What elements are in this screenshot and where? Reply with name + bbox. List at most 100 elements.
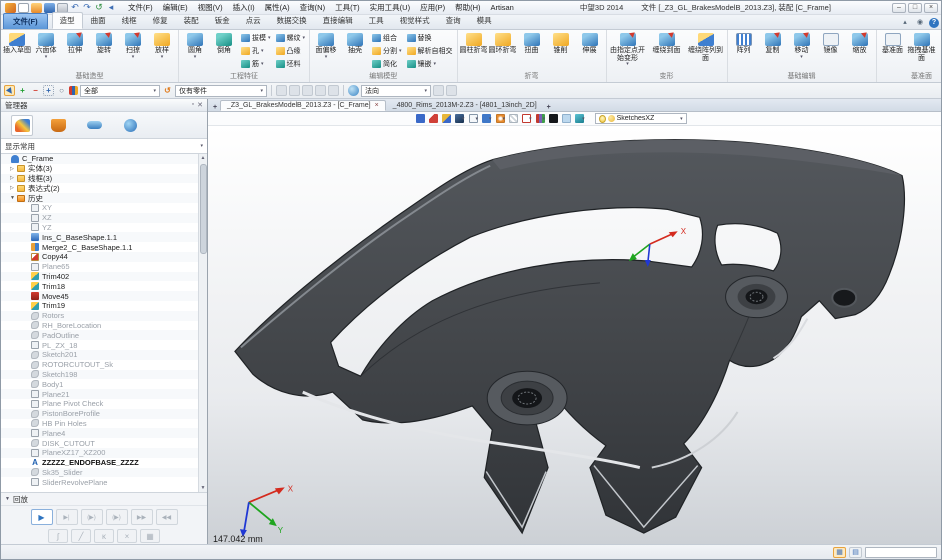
tree-item[interactable]: Plane65	[1, 262, 198, 272]
anchor-icon[interactable]	[289, 85, 300, 96]
tree-item[interactable]: PL_ZX_18	[1, 340, 198, 350]
ribbon-tab[interactable]: 查询	[438, 12, 469, 29]
stack-bottom-icon[interactable]	[328, 85, 339, 96]
restore-button[interactable]: □	[908, 3, 922, 13]
viewport-tool-button[interactable]: ▾	[562, 114, 571, 123]
tree-item[interactable]: Trim402	[1, 272, 198, 282]
ribbon-button[interactable]: 镜像▾	[817, 31, 845, 71]
ribbon-button[interactable]: 拉伸▾	[61, 31, 89, 71]
replay-play-button[interactable]: ▶	[31, 509, 53, 525]
scroll-down-icon[interactable]: ▼	[201, 484, 206, 492]
ribbon-small-button[interactable]: 解析自相交▾	[405, 45, 455, 57]
replay-edit-button[interactable]: ╱	[71, 529, 91, 543]
viewport-tool-button[interactable]: ▾	[482, 114, 492, 123]
pick-add-icon[interactable]: +	[17, 85, 28, 96]
output-panel-toggle[interactable]: ▤	[849, 547, 862, 558]
ribbon-small-button[interactable]: 筋▾	[239, 58, 273, 70]
ribbon-button[interactable]: 圆环折弯▾	[489, 31, 517, 71]
document-tab[interactable]: _Z3_GL_BrakesModelB_2013.Z3 - [C_Frame] …	[220, 100, 386, 111]
threaded-boss-left[interactable]	[487, 371, 567, 425]
history-manager-tab[interactable]	[11, 115, 33, 136]
tree-item[interactable]: ZZZZZ_ENDOFBASE_ZZZZ	[1, 458, 198, 468]
print-icon[interactable]	[57, 3, 68, 13]
status-input[interactable]	[865, 547, 937, 558]
replay-forward-button[interactable]: ▶▶	[131, 509, 153, 525]
ribbon-button[interactable]: 锥削▾	[547, 31, 575, 71]
replay-delete-button[interactable]: ×	[117, 529, 137, 543]
ribbon-tab[interactable]: 装配	[176, 12, 207, 29]
ribbon-button[interactable]: 阵列▾	[730, 31, 758, 71]
viewport-tool-button[interactable]: ▾	[469, 114, 479, 123]
3d-viewport[interactable]: X X Y	[208, 126, 941, 544]
viewport-tool-button[interactable]: ▾	[575, 114, 585, 123]
tree-expander[interactable]: ▷	[10, 185, 17, 191]
tree-expander[interactable]: ▷	[10, 166, 17, 172]
minimize-button[interactable]: –	[892, 3, 906, 13]
tree-expander[interactable]: ▷	[10, 175, 17, 181]
stack-mid-icon[interactable]	[315, 85, 326, 96]
ribbon-tab[interactable]: 直接编辑	[315, 12, 361, 29]
ribbon-button[interactable]: 倒角▾	[210, 31, 238, 71]
pick-expand-icon[interactable]: +	[43, 85, 54, 96]
normal-mode-combo[interactable]: 法向▾	[361, 85, 431, 97]
replay-play-to-button[interactable]: (▶)	[81, 509, 103, 525]
ribbon-collapse-icon[interactable]: ▴	[899, 18, 911, 28]
viewport-tool-button[interactable]: ▾	[496, 114, 506, 123]
tree-item[interactable]: Sk35_Slider	[1, 468, 198, 478]
viewport-tool-button[interactable]: ▾	[455, 114, 465, 123]
tree-expander[interactable]: ▼	[10, 195, 17, 201]
ribbon-tab[interactable]: 钣金	[207, 12, 238, 29]
globe-icon[interactable]	[348, 85, 359, 96]
tree-item[interactable]: Ins_C_BaseShape.1.1	[1, 232, 198, 242]
section-collapse-icon[interactable]: ▼	[5, 496, 10, 502]
tree-item[interactable]: Move45	[1, 291, 198, 301]
tree-item[interactable]: SliderRevolvePlane	[1, 477, 198, 487]
replay-curve-button[interactable]: ∫	[48, 529, 68, 543]
filter-chart-icon[interactable]	[69, 86, 78, 95]
ribbon-small-button[interactable]: 镶嵌▾	[405, 58, 455, 70]
viewport-tool-button[interactable]: ▾	[522, 114, 532, 123]
save-icon[interactable]	[44, 3, 55, 13]
stack-top-icon[interactable]	[302, 85, 313, 96]
3d-scene[interactable]: X X Y	[208, 126, 941, 544]
tree-item[interactable]: Body1	[1, 379, 198, 389]
replay-play-span-button[interactable]: (▶)	[106, 509, 128, 525]
ribbon-button[interactable]: 缠绕阵列到面▾	[687, 31, 725, 71]
visibility-manager-tab[interactable]	[83, 115, 105, 136]
viewport-tool-button[interactable]: ▾	[509, 114, 518, 123]
lasso-pick-icon[interactable]: ○	[56, 85, 67, 96]
display-filter-combo[interactable]: 仅有零件▾	[175, 85, 267, 97]
tree-item[interactable]: ROTORCUTOUT_Sk	[1, 360, 198, 370]
tree-item[interactable]: Sketch198	[1, 370, 198, 380]
close-button[interactable]: ×	[924, 3, 938, 13]
viewport-tool-button[interactable]: ▾	[416, 114, 425, 123]
ribbon-button[interactable]: 圆柱折弯▾	[460, 31, 488, 71]
tree-filter-combo[interactable]: 显示常用 ▾	[1, 139, 207, 154]
help-button[interactable]: ?	[929, 18, 939, 28]
replay-display-button[interactable]: ▦	[140, 529, 160, 543]
select-cursor-icon[interactable]	[4, 85, 15, 96]
ribbon-button[interactable]: 六面体▾	[32, 31, 60, 71]
close-tab-icon[interactable]: ×	[375, 102, 379, 109]
document-tab[interactable]: _4800_Rims_2013M-2.Z3 - [4801_13inch_2D]	[386, 100, 544, 111]
tree-item[interactable]: Plane4	[1, 428, 198, 438]
open-file-icon[interactable]	[31, 3, 42, 13]
panel-close-icon[interactable]: ✕	[197, 101, 203, 109]
new-tab-icon[interactable]: +	[210, 104, 220, 111]
new-tab-icon[interactable]: +	[544, 104, 554, 111]
ribbon-button[interactable]: 基准面▾	[879, 31, 907, 71]
ribbon-small-button[interactable]: 组合▾	[370, 32, 404, 44]
ribbon-tab[interactable]: 视觉样式	[392, 12, 438, 29]
ribbon-tab[interactable]: 数据交换	[269, 12, 315, 29]
settings-icon[interactable]: ◉	[914, 18, 926, 28]
ribbon-button[interactable]: 拖拽基准面▾	[908, 31, 936, 71]
viewport-tool-button[interactable]: ▾	[429, 114, 438, 123]
tree-scrollbar[interactable]: ▲ ▼	[198, 154, 207, 492]
new-file-icon[interactable]	[18, 3, 29, 13]
ribbon-tab[interactable]: 造型	[52, 12, 83, 29]
panel-float-icon[interactable]: ▫	[192, 101, 194, 109]
tree-item[interactable]: Plane Pivot Check	[1, 399, 198, 409]
ribbon-button[interactable]: 插入草图▾	[3, 31, 31, 71]
ribbon-button[interactable]: 缩放▾	[846, 31, 874, 71]
ribbon-small-button[interactable]: 拔模▾	[239, 32, 273, 44]
